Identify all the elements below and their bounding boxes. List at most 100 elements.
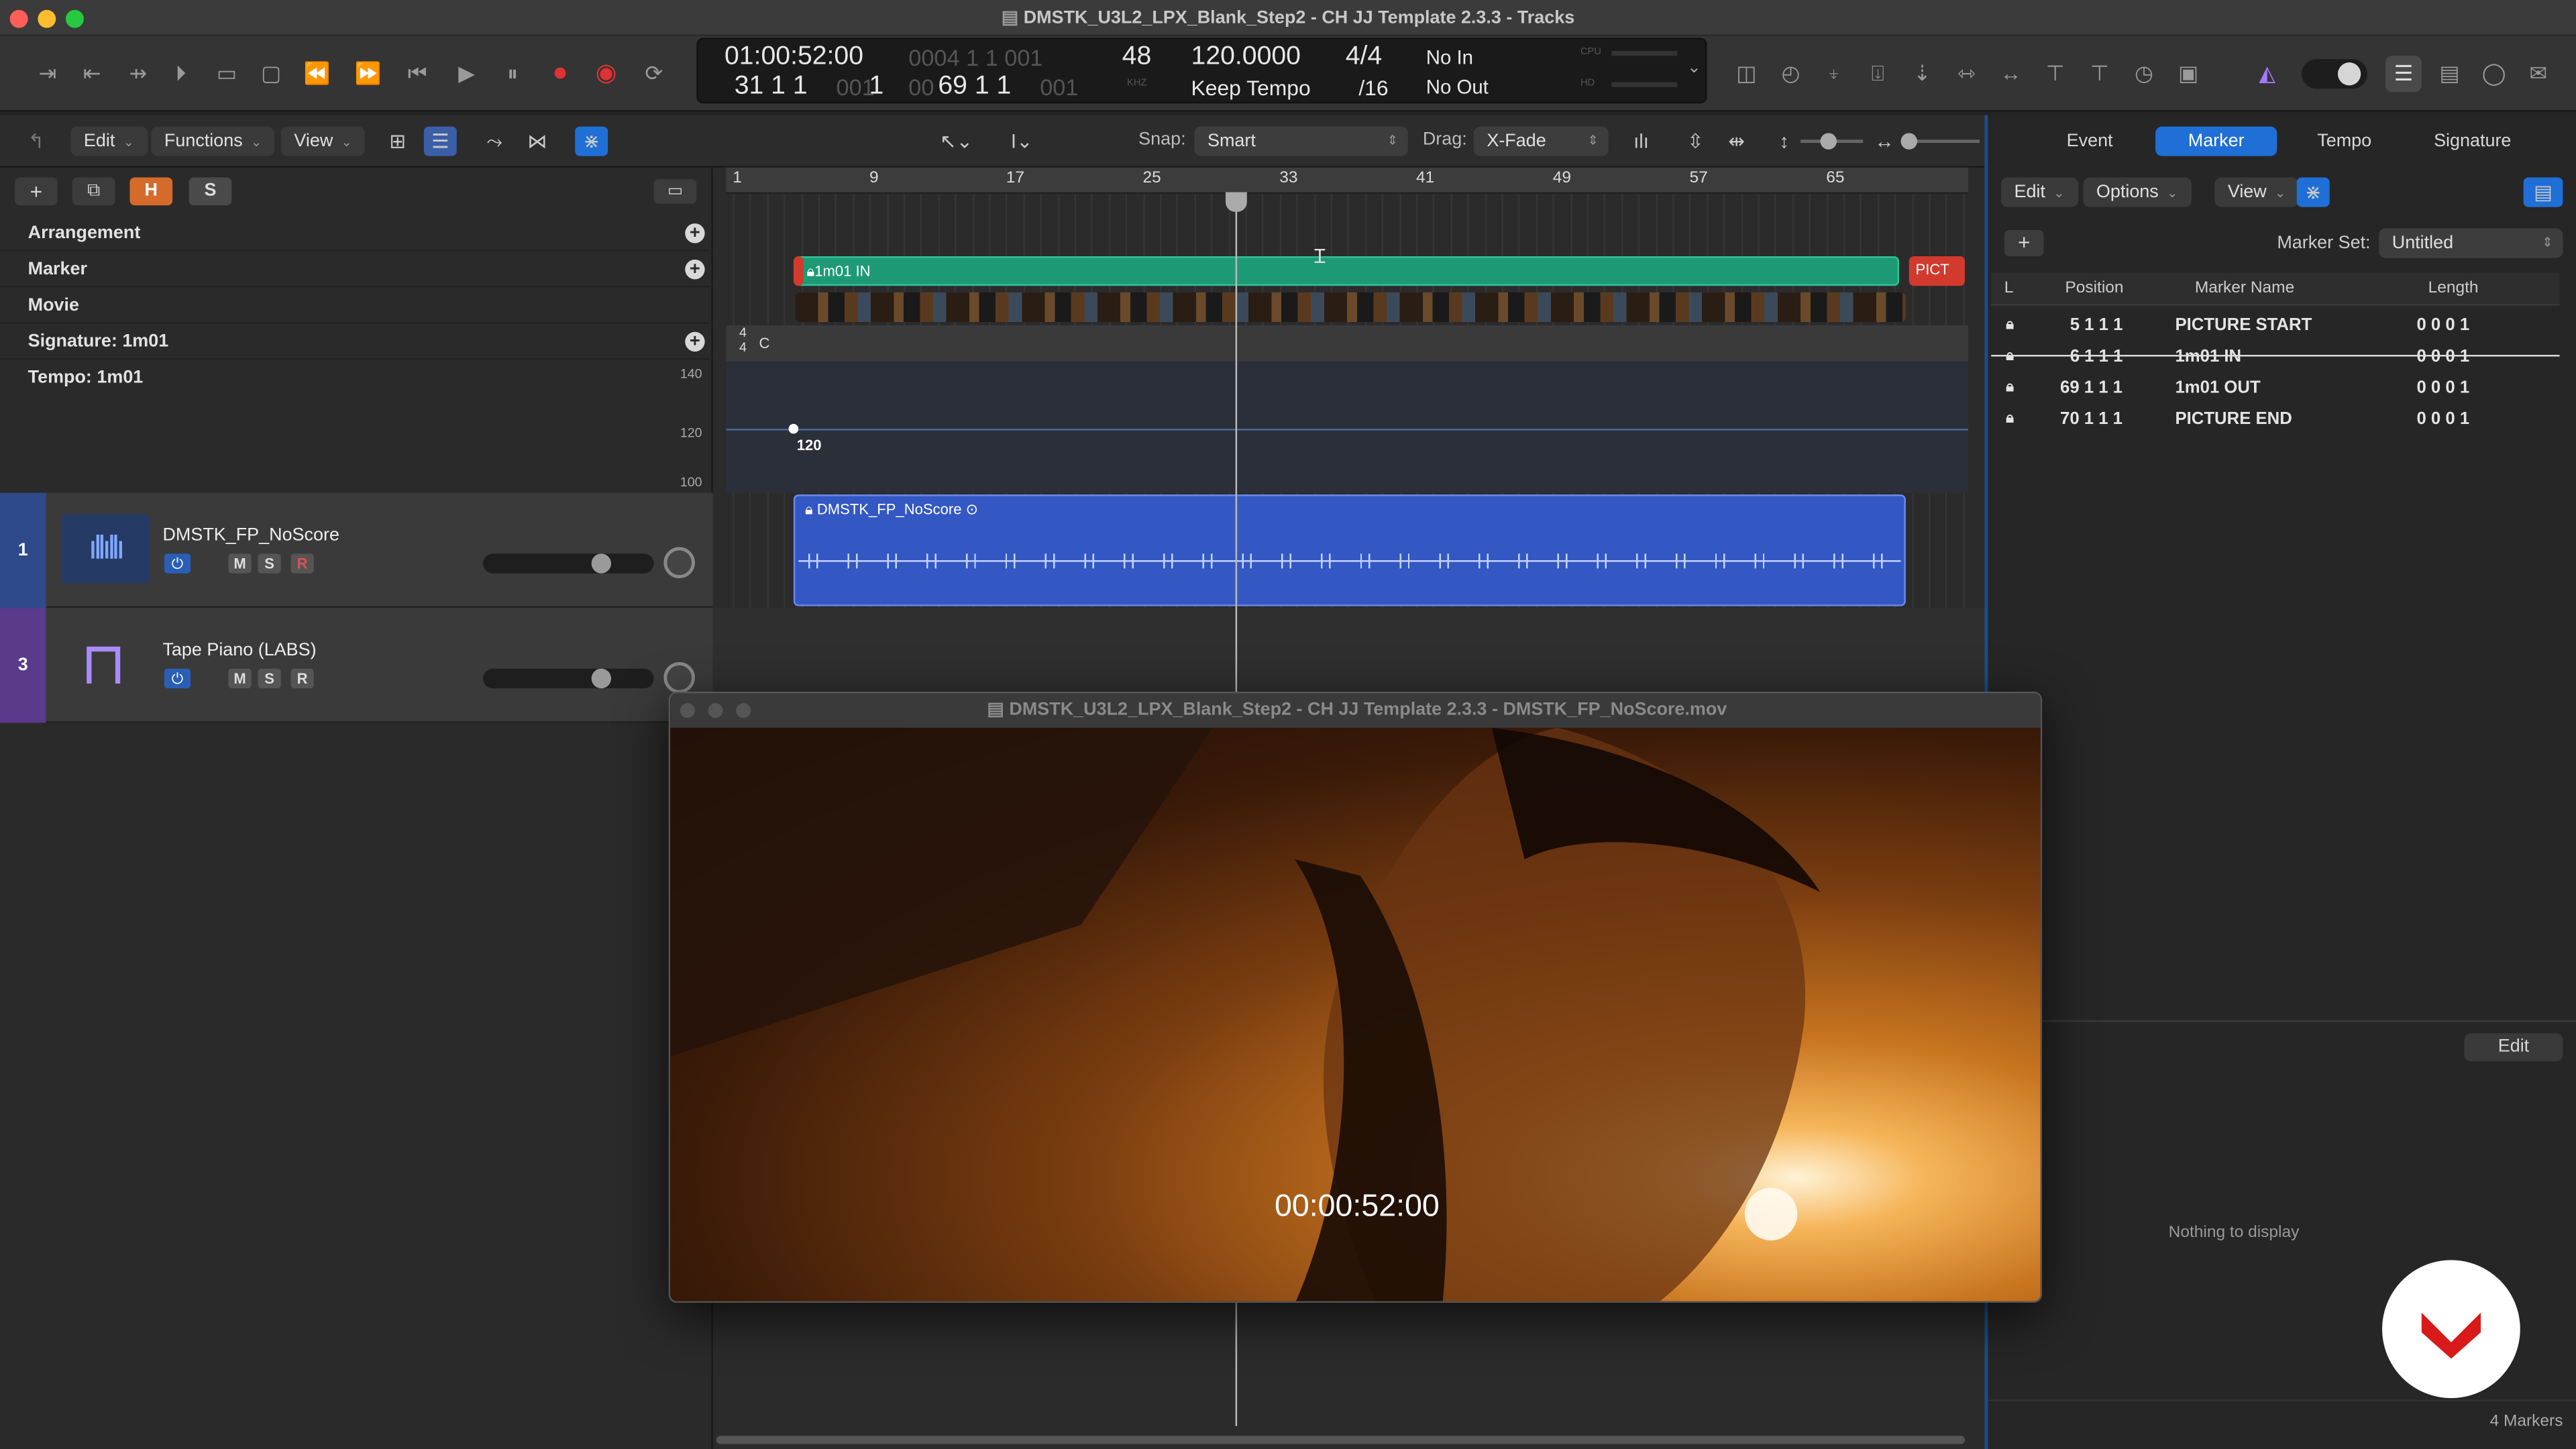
loops-icon[interactable]: ◯	[2476, 56, 2512, 92]
browsers-icon[interactable]: ✉	[2520, 56, 2557, 92]
marker-row[interactable]: 🔒︎ 6 1 1 1 1m01 IN 0 0 0 1	[1991, 341, 2560, 373]
signature-lane[interactable]: 44 C	[726, 325, 1968, 362]
drag-dropdown[interactable]: X-Fade ⇕	[1473, 126, 1609, 156]
fast-forward-icon[interactable]: ⏩	[350, 56, 386, 92]
marker-name[interactable]: PICTURE START	[2175, 315, 2312, 335]
add-track-button[interactable]: +	[15, 177, 58, 206]
mute-button[interactable]: M	[228, 553, 252, 574]
volume-fader[interactable]	[483, 553, 654, 574]
global-track-movie[interactable]: Movie	[0, 288, 713, 324]
key-marker[interactable]: C	[759, 335, 769, 352]
tab-marker[interactable]: Marker	[2155, 126, 2277, 156]
movie-minimize-button[interactable]	[708, 703, 723, 718]
add-arrangement-icon[interactable]: +	[685, 223, 705, 244]
marker-name[interactable]: 1m01 OUT	[2175, 378, 2260, 397]
flex-icon[interactable]: ⋈	[521, 127, 553, 156]
marker-position[interactable]: 5 1 1 1	[2070, 315, 2123, 335]
marker-region[interactable]: 🔒︎1m01 IN	[795, 256, 1900, 286]
marker-length[interactable]: 0 0 0 1	[2416, 378, 2469, 397]
loop-browser-icon[interactable]: ⊤	[2082, 56, 2118, 92]
track-name[interactable]: DMSTK_FP_NoScore	[162, 526, 339, 545]
marker-set-dropdown[interactable]: Untitled ⇕	[2379, 228, 2563, 258]
col-length[interactable]: Length	[2428, 279, 2479, 297]
solo-button[interactable]: S	[258, 553, 281, 574]
track-name[interactable]: Tape Piano (LABS)	[162, 641, 316, 660]
note-pad-icon[interactable]: ▣	[2170, 56, 2206, 92]
movie-close-button[interactable]	[680, 703, 695, 718]
add-marker-button[interactable]: +	[2004, 229, 2044, 257]
col-marker-name[interactable]: Marker Name	[2195, 279, 2294, 297]
movie-window-titlebar[interactable]: ▤ DMSTK_U3L2_LPX_Blank_Step2 - CH JJ Tem…	[670, 693, 2041, 728]
list-options-menu[interactable]: Options ⌄	[2083, 177, 2192, 207]
track-header-3[interactable]: 3 ⊓ Tape Piano (LABS) ⏻ M S R	[0, 608, 713, 723]
power-icon[interactable]: ⏻	[164, 668, 191, 689]
tempo-point[interactable]	[788, 423, 799, 434]
pan-knob[interactable]	[663, 661, 695, 694]
solo-mode-button[interactable]: S	[189, 177, 232, 206]
picture-start-marker[interactable]	[793, 256, 804, 286]
editor-icon[interactable]: ⊤	[2037, 56, 2074, 92]
list-view-menu[interactable]: View ⌄	[2214, 177, 2300, 207]
functions-menu[interactable]: Functions ⌄	[151, 126, 275, 156]
horizontal-zoom-slider[interactable]	[1900, 133, 1980, 150]
marker-position[interactable]: 69 1 1 1	[2060, 378, 2123, 397]
automation-icon[interactable]: ⤳	[478, 127, 511, 156]
marker-row[interactable]: 🔒︎ 69 1 1 1 1m01 OUT 0 0 0 1	[1991, 373, 2559, 405]
play-from-selection-icon[interactable]: ⏵	[162, 56, 199, 92]
tuner-icon[interactable]: ◫	[1728, 56, 1764, 92]
movie-lane[interactable]	[713, 289, 1985, 325]
view-toggle-switch[interactable]	[2302, 59, 2368, 89]
mute-button[interactable]: M	[228, 668, 252, 689]
notes-icon[interactable]: ▤	[2432, 56, 2468, 92]
marker-length[interactable]: 0 0 0 1	[2416, 315, 2469, 335]
replace-record-icon[interactable]: ◉	[588, 56, 625, 92]
smart-tempo-icon[interactable]: ◭	[2249, 56, 2286, 92]
metronome-count-icon[interactable]: ◴	[1772, 56, 1809, 92]
list-panel-icon[interactable]: ▤	[2523, 177, 2563, 207]
low-latency-icon[interactable]: ⍗	[1860, 56, 1896, 92]
marker-row[interactable]: 🔒︎ 5 1 1 1 PICTURE START 0 0 0 1	[1991, 311, 2559, 342]
marker-length[interactable]: 0 0 0 1	[2416, 409, 2469, 429]
lcd-chevron-down-icon[interactable]: ⌄	[1687, 59, 1701, 77]
bar-ruler[interactable]: 1 9 17 25 33 41 49 57 65	[726, 167, 1968, 194]
global-tracks-icon[interactable]: ▭	[653, 178, 697, 204]
grid-view-icon[interactable]: ⊞	[381, 127, 414, 156]
fit-icon[interactable]: ⇹	[1720, 127, 1753, 156]
global-track-marker[interactable]: Marker +	[0, 252, 713, 288]
capture-icon[interactable]: ▢	[253, 56, 289, 92]
tab-tempo[interactable]: Tempo	[2284, 127, 2405, 156]
lower-edit-button[interactable]: Edit	[2464, 1033, 2563, 1062]
pointer-tool-icon[interactable]: ↖⌄	[940, 127, 973, 156]
autopunch-icon[interactable]: ⇿	[1949, 56, 1985, 92]
vertical-zoom-slider[interactable]	[1801, 133, 1864, 150]
tab-event[interactable]: Event	[2029, 127, 2151, 156]
horizontal-scrollbar[interactable]	[716, 1436, 1966, 1444]
power-icon[interactable]: ⏻	[164, 553, 191, 574]
go-to-beginning-icon[interactable]: ▭	[209, 56, 245, 92]
movie-window[interactable]: ▤ DMSTK_U3L2_LPX_Blank_Step2 - CH JJ Tem…	[668, 692, 2043, 1303]
go-to-start-icon[interactable]: ⏮	[399, 56, 435, 92]
volume-fader[interactable]	[483, 668, 654, 689]
marker-position[interactable]: 70 1 1 1	[2060, 409, 2123, 429]
audio-region[interactable]: 🔒︎ DMSTK_FP_NoScore ⊙	[793, 494, 1906, 606]
vertical-zoom-icon[interactable]: ⇳	[1679, 127, 1712, 156]
count-in-icon[interactable]: ↔	[1993, 56, 2029, 92]
snap-dropdown[interactable]: Smart ⇕	[1194, 126, 1408, 156]
cycle-icon[interactable]: ⟳	[636, 56, 672, 92]
lcd-display[interactable]: 01:00:52:00 0004 1 1 001 31 1 1 001 1 00…	[696, 38, 1707, 104]
picture-end-marker[interactable]: PICT	[1909, 256, 1966, 286]
global-track-arrangement[interactable]: Arrangement +	[0, 215, 713, 252]
marker-name[interactable]: PICTURE END	[2175, 409, 2292, 429]
add-marker-icon[interactable]: +	[685, 259, 705, 280]
col-position[interactable]: Position	[2065, 279, 2123, 297]
solo-button[interactable]: S	[258, 668, 281, 689]
volume-knob[interactable]	[591, 668, 612, 689]
catch-playhead-icon[interactable]: ⋇	[575, 126, 608, 156]
text-tool-icon[interactable]: I⌄	[1006, 127, 1038, 156]
record-enable-button[interactable]: R	[290, 553, 314, 574]
track-header-1[interactable]: 1 ıllıllı DMSTK_FP_NoScore ⏻ M S R	[0, 492, 713, 608]
movie-thumbnails[interactable]	[795, 292, 1906, 323]
tab-signature[interactable]: Signature	[2412, 127, 2533, 156]
marker-lane[interactable]: 🔒︎1m01 IN PICT	[713, 253, 1985, 289]
replace-icon[interactable]: ⇣	[1904, 56, 1940, 92]
